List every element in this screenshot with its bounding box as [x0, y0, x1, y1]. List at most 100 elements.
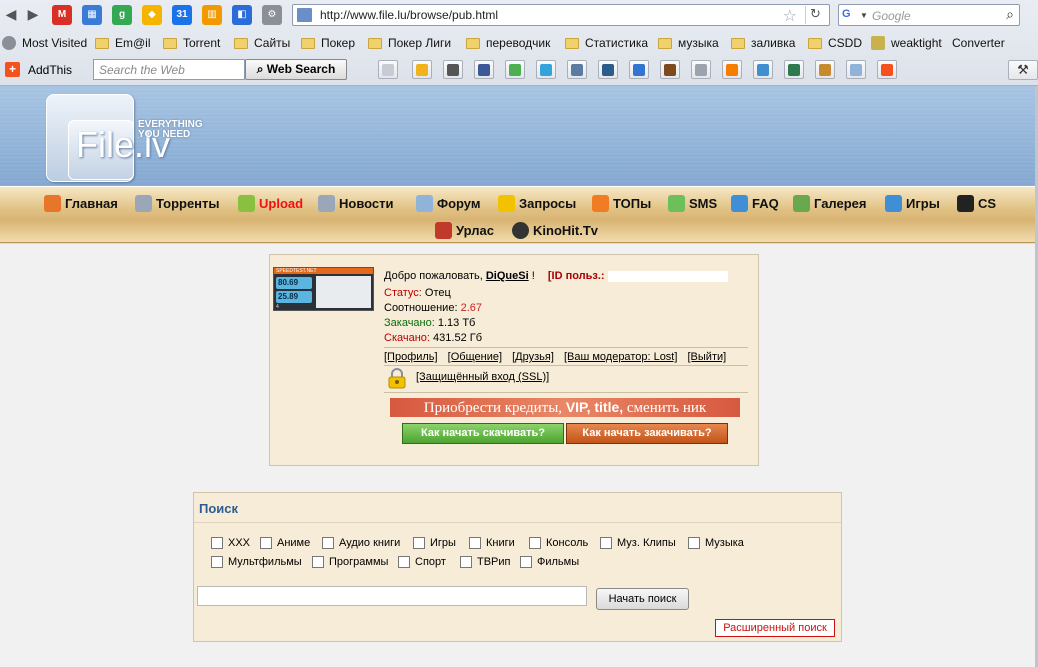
- advanced-search-link[interactable]: Расширенный поиск: [715, 619, 835, 637]
- print-icon[interactable]: [443, 60, 463, 79]
- bookmark-service-icon[interactable]: [660, 60, 680, 79]
- messages-link[interactable]: [Общение]: [448, 351, 502, 363]
- maps-icon[interactable]: ◆: [142, 5, 162, 25]
- digg-icon[interactable]: [598, 60, 618, 79]
- profile-link[interactable]: [Профиль]: [384, 351, 438, 363]
- checkbox[interactable]: [260, 537, 272, 549]
- bookmark-sites[interactable]: Сайты: [234, 35, 290, 51]
- nav-gallery[interactable]: Галерея: [793, 193, 867, 213]
- friends-link[interactable]: [Друзья]: [512, 351, 554, 363]
- docs-icon[interactable]: ◧: [232, 5, 252, 25]
- wrench-icon[interactable]: ⚒: [1008, 60, 1038, 80]
- back-icon[interactable]: ◀: [2, 5, 20, 23]
- nav-requests[interactable]: Запросы: [498, 193, 576, 213]
- checkbox[interactable]: [688, 537, 700, 549]
- checkbox[interactable]: [600, 537, 612, 549]
- nav-upload[interactable]: Upload: [238, 193, 303, 213]
- promo-banner[interactable]: Приобрести кредиты, VIP, title, сменить …: [390, 398, 740, 417]
- nav-sms[interactable]: SMS: [668, 193, 717, 213]
- grid-share-icon[interactable]: [691, 60, 711, 79]
- nav-torrents[interactable]: Торренты: [135, 193, 220, 213]
- category-audiobooks[interactable]: Аудио книги: [322, 537, 400, 549]
- checkbox[interactable]: [211, 556, 223, 568]
- twitter-icon[interactable]: [536, 60, 556, 79]
- address-bar[interactable]: http://www.file.lu/browse/pub.html ☆ ↻: [292, 4, 830, 26]
- delicious-icon[interactable]: [629, 60, 649, 79]
- calendar-icon[interactable]: 31: [172, 5, 192, 25]
- checkbox[interactable]: [322, 537, 334, 549]
- category-music-videos[interactable]: Муз. Клипы: [600, 537, 676, 549]
- moderator-link[interactable]: [Ваш модератор: Lost]: [564, 351, 677, 363]
- nav-forum[interactable]: Форум: [416, 193, 480, 213]
- bookmark-torrent[interactable]: Torrent: [163, 35, 220, 51]
- category-tvrip[interactable]: ТВРип: [460, 556, 511, 568]
- google-engine-icon[interactable]: G: [842, 8, 858, 23]
- bookmark-csdd[interactable]: CSDD: [808, 35, 862, 51]
- checkbox[interactable]: [211, 537, 223, 549]
- email-share-icon[interactable]: [378, 60, 398, 79]
- reload-icon[interactable]: ↻: [805, 6, 825, 24]
- nav-urlas[interactable]: Урлас: [435, 220, 494, 240]
- web-search-input[interactable]: Search the Web: [93, 59, 245, 80]
- checkbox[interactable]: [413, 537, 425, 549]
- gmail-icon[interactable]: M: [52, 5, 72, 25]
- how-to-upload-button[interactable]: Как начать закачивать?: [566, 423, 728, 444]
- bookmark-email[interactable]: Em@il: [95, 35, 151, 51]
- search-icon[interactable]: ⌕: [1006, 6, 1014, 23]
- nav-faq[interactable]: FAQ: [731, 193, 779, 213]
- addthis-label[interactable]: AddThis: [28, 63, 72, 77]
- start-search-button[interactable]: Начать поиск: [596, 588, 689, 610]
- category-console[interactable]: Консоль: [529, 537, 588, 549]
- how-to-download-button[interactable]: Как начать скачивать?: [402, 423, 564, 444]
- addthis-icon[interactable]: +: [5, 62, 20, 77]
- reader-icon[interactable]: ▥: [202, 5, 222, 25]
- checkbox[interactable]: [520, 556, 532, 568]
- checkbox[interactable]: [460, 556, 472, 568]
- bookmark-poker-leagues[interactable]: Покер Лиги: [368, 35, 451, 51]
- category-cartoons[interactable]: Мультфильмы: [211, 556, 302, 568]
- category-xxx[interactable]: XXX: [211, 537, 250, 549]
- bookmark-converter[interactable]: Converter: [952, 35, 1005, 293]
- calendar-app-icon[interactable]: ▦: [82, 5, 102, 25]
- favorites-share-icon[interactable]: [412, 60, 432, 79]
- category-software[interactable]: Программы: [312, 556, 388, 568]
- reddit-icon[interactable]: [846, 60, 866, 79]
- blogger-icon[interactable]: [722, 60, 742, 79]
- forward-icon[interactable]: ▶: [24, 5, 42, 23]
- search-input[interactable]: [197, 586, 587, 606]
- category-music[interactable]: Музыка: [688, 537, 744, 549]
- bookmark-weaktight[interactable]: weaktight: [871, 35, 942, 51]
- bookmark-music[interactable]: музыка: [658, 35, 719, 51]
- addthis-more-icon[interactable]: [877, 60, 897, 79]
- bookmark-statistics[interactable]: Статистика: [565, 35, 648, 51]
- ssl-login-link[interactable]: [Защищённый вход (SSL)]: [416, 371, 549, 383]
- nav-home[interactable]: Главная: [44, 193, 118, 213]
- nav-cs[interactable]: CS: [957, 193, 996, 213]
- checkbox[interactable]: [398, 556, 410, 568]
- google-apps-icon[interactable]: g: [112, 5, 132, 25]
- bookmark-most-visited[interactable]: Most Visited: [2, 35, 87, 51]
- facebook-icon[interactable]: [474, 60, 494, 79]
- bookmark-translator[interactable]: переводчик: [466, 35, 550, 51]
- bookmark-upload[interactable]: заливка: [731, 35, 795, 51]
- nav-kinohit[interactable]: KinoHit.Tv: [512, 220, 598, 240]
- nav-news[interactable]: Новости: [318, 193, 394, 213]
- reader-share-icon[interactable]: [784, 60, 804, 79]
- amazon-icon[interactable]: [815, 60, 835, 79]
- category-books[interactable]: Книги: [469, 537, 515, 549]
- browser-search-box[interactable]: G ▼ Google ⌕: [838, 4, 1020, 26]
- username-link[interactable]: DiQueSi: [486, 270, 529, 282]
- category-anime[interactable]: Аниме: [260, 537, 310, 549]
- checkbox[interactable]: [529, 537, 541, 549]
- category-sport[interactable]: Спорт: [398, 556, 446, 568]
- nav-games[interactable]: Игры: [885, 193, 940, 213]
- bookmark-poker[interactable]: Покер: [301, 35, 355, 51]
- bookmark-star-icon[interactable]: ☆: [783, 6, 797, 26]
- nav-tops[interactable]: ТОПы: [592, 193, 651, 213]
- settings-gear-icon[interactable]: ⚙: [262, 5, 282, 25]
- myspace-icon[interactable]: [567, 60, 587, 79]
- category-games[interactable]: Игры: [413, 537, 456, 549]
- speedtest-badge[interactable]: SPEEDTEST.NET 80.69 25.89 4: [273, 267, 374, 311]
- checkbox[interactable]: [469, 537, 481, 549]
- category-movies[interactable]: Фильмы: [520, 556, 579, 568]
